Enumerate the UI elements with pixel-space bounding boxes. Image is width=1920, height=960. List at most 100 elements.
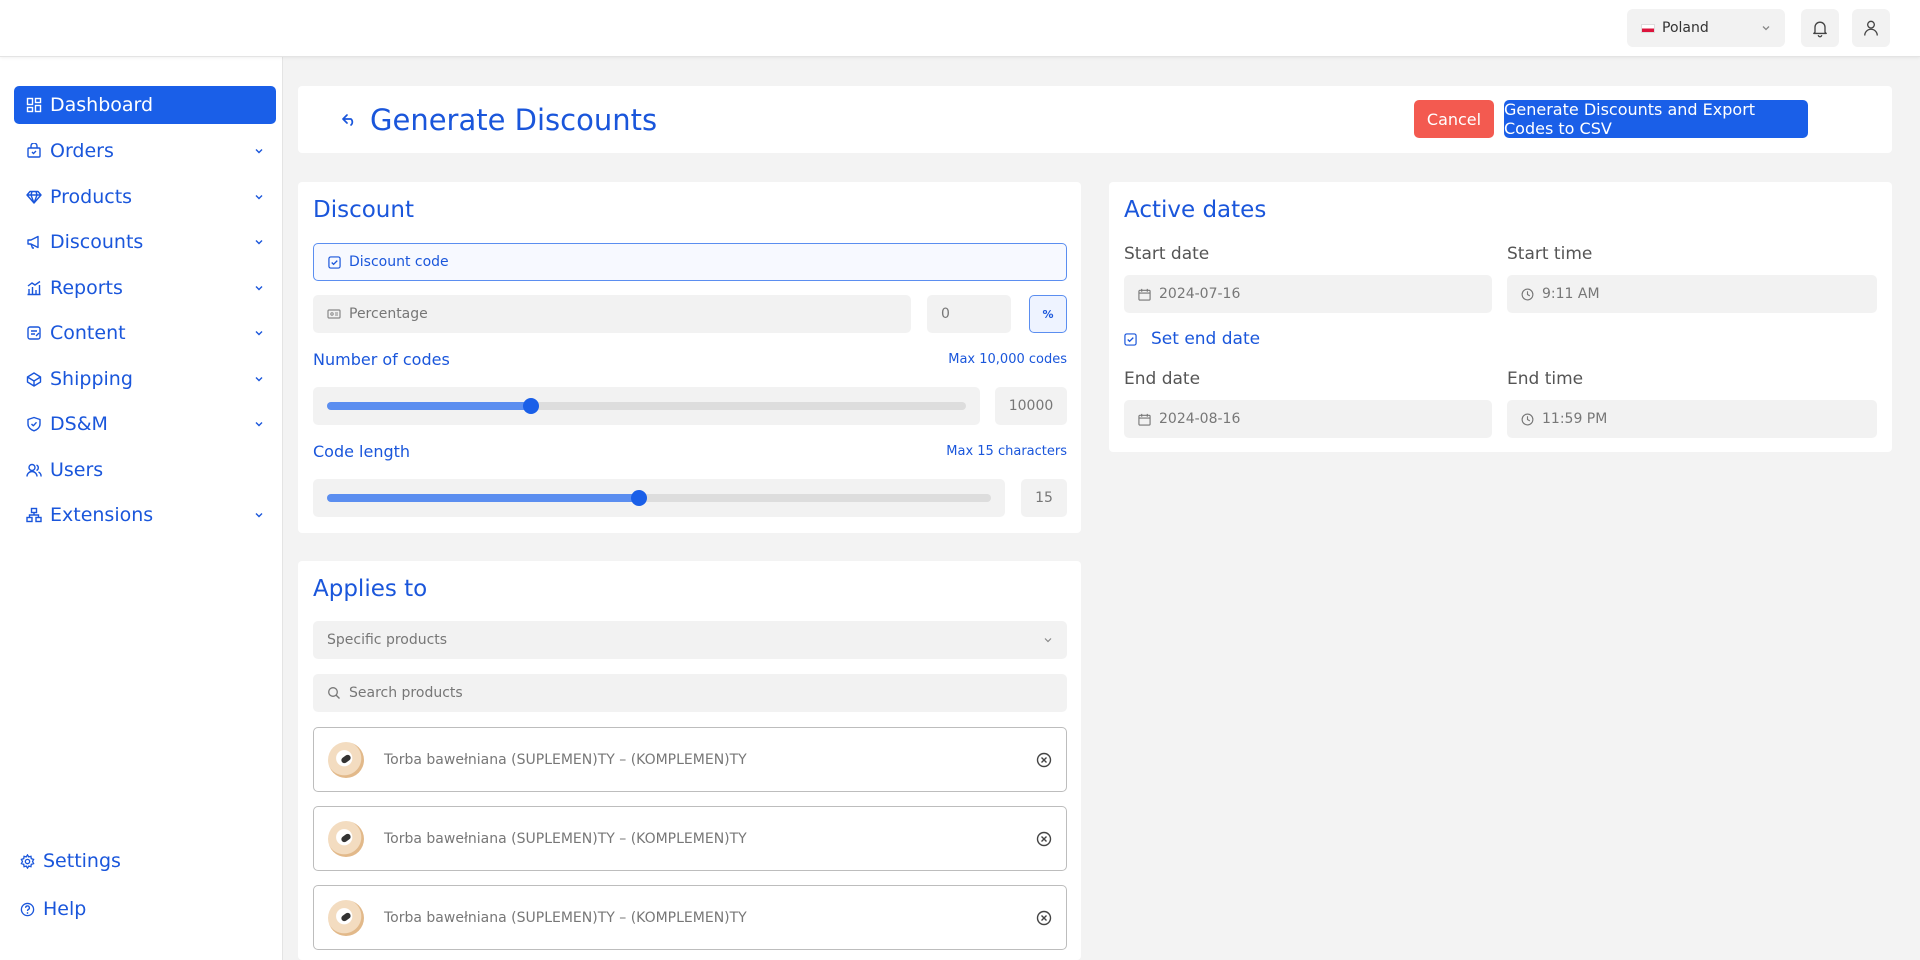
applies-to-select[interactable]: Specific products [313,621,1067,659]
diamond-icon [26,190,42,204]
chevron-down-icon [1044,638,1052,643]
product-list-item: Torba bawełniana (SUPLEMEN)TY – (KOMPLEM… [313,806,1067,871]
number-of-codes-slider-box [313,387,980,425]
sidebar-item-label: Reports [50,277,123,299]
sidebar-item-label: Extensions [50,504,154,526]
country-select[interactable]: Poland [1627,9,1785,47]
remove-circle-icon[interactable] [1036,910,1052,926]
chevron-down-icon [255,195,263,200]
remove-circle-icon[interactable] [1036,831,1052,847]
content-icon [27,326,41,340]
bell-icon [1813,21,1827,38]
settings-label: Settings [43,850,121,872]
help-icon [20,902,35,916]
code-length-slider[interactable] [327,490,991,506]
discount-amount-input[interactable]: 0 [927,295,1011,333]
chevron-down-icon [255,422,263,427]
ticket-icon [327,309,341,319]
sidebar-item-label: DS&M [50,413,108,435]
country-label: Poland [1662,20,1709,36]
sidebar-item-content[interactable]: Content [14,314,276,352]
discount-code-field[interactable]: Discount code [313,243,1067,281]
start-time-input[interactable]: 9:11 AM [1507,275,1877,313]
sidebar-item-discounts[interactable]: Discounts [14,223,276,261]
end-time-value: 11:59 PM [1542,411,1608,427]
sidebar-item-dashboard[interactable]: Dashboard [14,86,276,124]
page-title: Generate Discounts [340,103,657,137]
sidebar-item-dsm[interactable]: DS&M [14,405,276,443]
generate-export-button[interactable]: Generate Discounts and Export Codes to C… [1504,100,1808,138]
orders-icon [27,143,41,158]
clock-icon [1521,288,1534,300]
end-date-value: 2024-08-16 [1159,411,1241,427]
sidebar-item-label: Products [50,186,133,208]
applies-to-card: Applies to Specific products Search prod… [298,561,1081,960]
account-button[interactable] [1852,9,1890,47]
start-time-label: Start time [1507,244,1593,264]
product-thumbnail [328,899,364,936]
notifications-button[interactable] [1801,9,1839,47]
page-title-text: Generate Discounts [370,103,658,137]
discount-card: Discount Discount code Percentage 0 % Nu… [298,182,1081,533]
sidebar-item-orders[interactable]: Orders [14,132,276,170]
end-time-input[interactable]: 11:59 PM [1507,400,1877,438]
number-of-codes-max: Max 10,000 codes [948,352,1067,367]
discount-type-select[interactable]: Percentage [313,295,911,333]
page-header: Generate Discounts Cancel Generate Disco… [298,86,1892,153]
sidebar-item-products[interactable]: Products [14,178,276,216]
sidebar-item-extensions[interactable]: Extensions [14,496,276,534]
slider-fill [327,402,532,410]
code-length-input[interactable]: 15 [1021,479,1067,517]
start-date-input[interactable]: 2024-07-16 [1124,275,1492,313]
checkbox-checked-icon [328,255,341,269]
set-end-date-checkbox[interactable]: Set end date [1124,329,1260,349]
users-icon [26,463,42,477]
user-icon [1864,20,1878,36]
sidebar-item-reports[interactable]: Reports [14,269,276,307]
code-length-max: Max 15 characters [946,444,1067,459]
chevron-down-icon [255,331,263,336]
product-name: Torba bawełniana (SUPLEMEN)TY – (KOMPLEM… [384,909,747,926]
sidebar-item-settings[interactable]: Settings [20,850,121,872]
discount-code-placeholder: Discount code [349,254,449,270]
percent-unit-button[interactable]: % [1029,295,1067,333]
discount-type-value: Percentage [349,306,428,322]
extensions-icon [26,507,42,523]
sidebar-item-help[interactable]: Help [20,898,86,920]
applies-to-title: Applies to [313,576,428,602]
code-length-slider-box [313,479,1005,517]
product-name: Torba bawełniana (SUPLEMEN)TY – (KOMPLEM… [384,751,747,768]
product-search-input[interactable]: Search products [313,674,1067,712]
end-date-input[interactable]: 2024-08-16 [1124,400,1492,438]
cancel-button[interactable]: Cancel [1414,100,1494,138]
search-placeholder: Search products [349,685,463,701]
gear-icon [20,853,35,869]
sidebar-item-label: Content [50,322,126,344]
end-time-label: End time [1507,369,1584,389]
slider-thumb[interactable] [631,490,648,506]
sidebar-item-users[interactable]: Users [14,451,276,489]
grid-icon [26,97,42,113]
help-label: Help [43,898,87,920]
product-list-item: Torba bawełniana (SUPLEMEN)TY – (KOMPLEM… [313,885,1067,950]
product-list-item: Torba bawełniana (SUPLEMEN)TY – (KOMPLEM… [313,727,1067,792]
slider-thumb[interactable] [523,398,540,414]
poland-flag-icon [1641,23,1655,33]
discount-amount-value: 0 [941,306,950,322]
number-of-codes-input[interactable]: 10000 [995,387,1067,425]
back-arrow-icon[interactable] [340,111,358,129]
start-date-value: 2024-07-16 [1159,286,1241,302]
shield-icon [27,416,41,432]
calendar-icon [1138,413,1151,426]
search-icon [328,687,340,699]
chevron-down-icon [255,286,263,291]
remove-circle-icon[interactable] [1036,752,1052,768]
number-of-codes-slider[interactable] [327,398,966,414]
sidebar-item-label: Users [50,459,104,481]
applies-to-value: Specific products [327,632,448,648]
set-end-date-label: Set end date [1151,329,1261,349]
sidebar-item-shipping[interactable]: Shipping [14,360,276,398]
chevron-down-icon [1762,26,1770,31]
top-bar: Poland [0,0,1920,57]
active-dates-card: Active dates Start date Start time 2024-… [1109,182,1892,452]
